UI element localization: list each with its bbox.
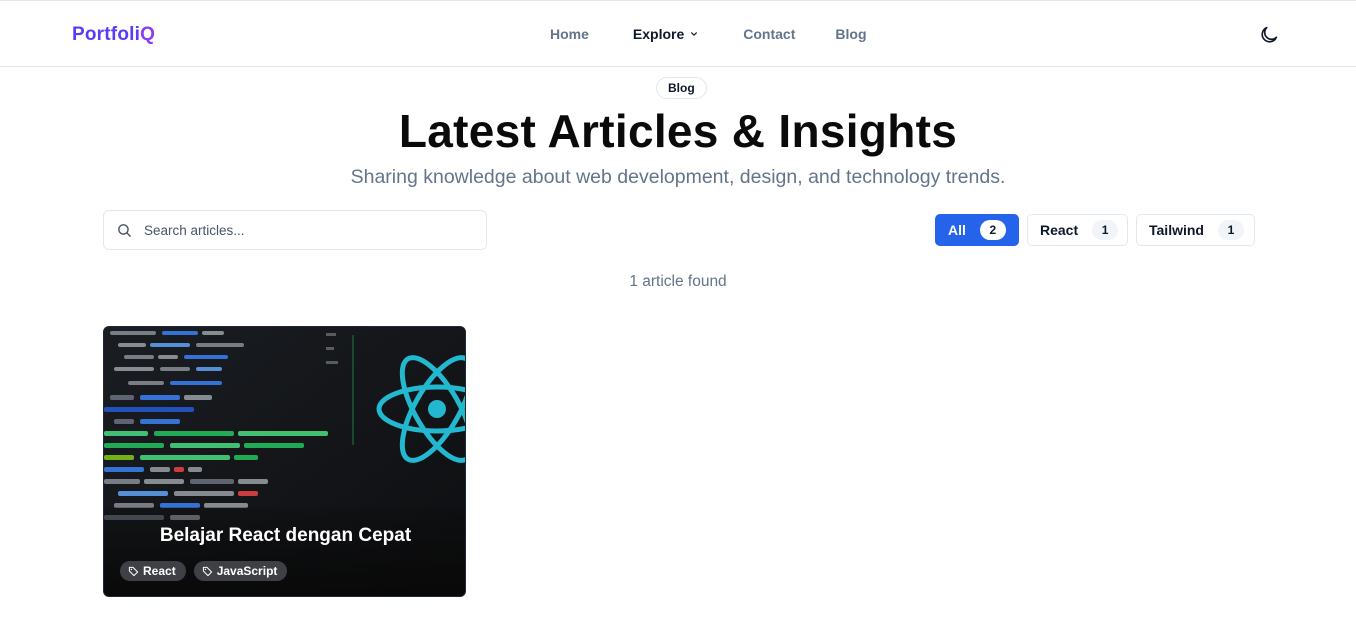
filter-label: React — [1040, 222, 1079, 238]
card-overlay — [104, 507, 465, 596]
tag-icon — [128, 566, 139, 576]
article-tags: React JavaScript — [120, 561, 288, 581]
filter-count-badge: 2 — [979, 220, 1006, 240]
tag-icon — [202, 566, 212, 576]
moon-icon[interactable] — [1258, 24, 1280, 46]
search-icon — [118, 224, 131, 237]
nav-link-home[interactable]: Home — [550, 26, 589, 42]
nav-link-blog[interactable]: Blog — [835, 26, 866, 42]
filter-all-button[interactable]: All 2 — [935, 214, 1019, 246]
tag-label: JavaScript — [216, 564, 278, 578]
nav-link-explore-label: Explore — [632, 26, 685, 42]
navbar: PortfoliQ Home Explore Contact Blog — [0, 2, 1356, 67]
filter-label: Tailwind — [1149, 222, 1204, 238]
search-box — [103, 210, 487, 250]
nav-link-explore[interactable]: Explore — [633, 26, 698, 42]
filter-tailwind-button[interactable]: Tailwind 1 — [1136, 214, 1255, 246]
article-title[interactable]: Belajar React dengan Cepat — [104, 525, 465, 547]
category-filters: All 2 React 1 Tailwind 1 — [935, 214, 1255, 246]
search-input[interactable] — [144, 217, 474, 243]
tag-label: React — [143, 564, 176, 578]
results-count: 1 article found — [629, 273, 727, 290]
nav-link-contact[interactable]: Contact — [743, 26, 795, 42]
section-badge: Blog — [656, 77, 707, 99]
filter-count-badge: 1 — [1217, 220, 1244, 240]
tag-chip[interactable]: JavaScript — [193, 561, 288, 581]
article-card[interactable]: Belajar React dengan Cepat React JavaScr… — [103, 326, 466, 597]
chevron-down-icon — [691, 32, 698, 36]
main-nav: Home Explore Contact Blog — [550, 26, 867, 42]
filter-react-button[interactable]: React 1 — [1027, 214, 1128, 246]
tag-chip[interactable]: React — [120, 561, 186, 581]
filter-label: All — [948, 222, 966, 238]
filter-count-badge: 1 — [1092, 220, 1119, 240]
top-border — [0, 0, 1356, 1]
page-title: Latest Articles & Insights — [398, 105, 958, 157]
brand-logo[interactable]: PortfoliQ — [72, 24, 155, 46]
page-subtitle: Sharing knowledge about web development,… — [350, 166, 1006, 188]
